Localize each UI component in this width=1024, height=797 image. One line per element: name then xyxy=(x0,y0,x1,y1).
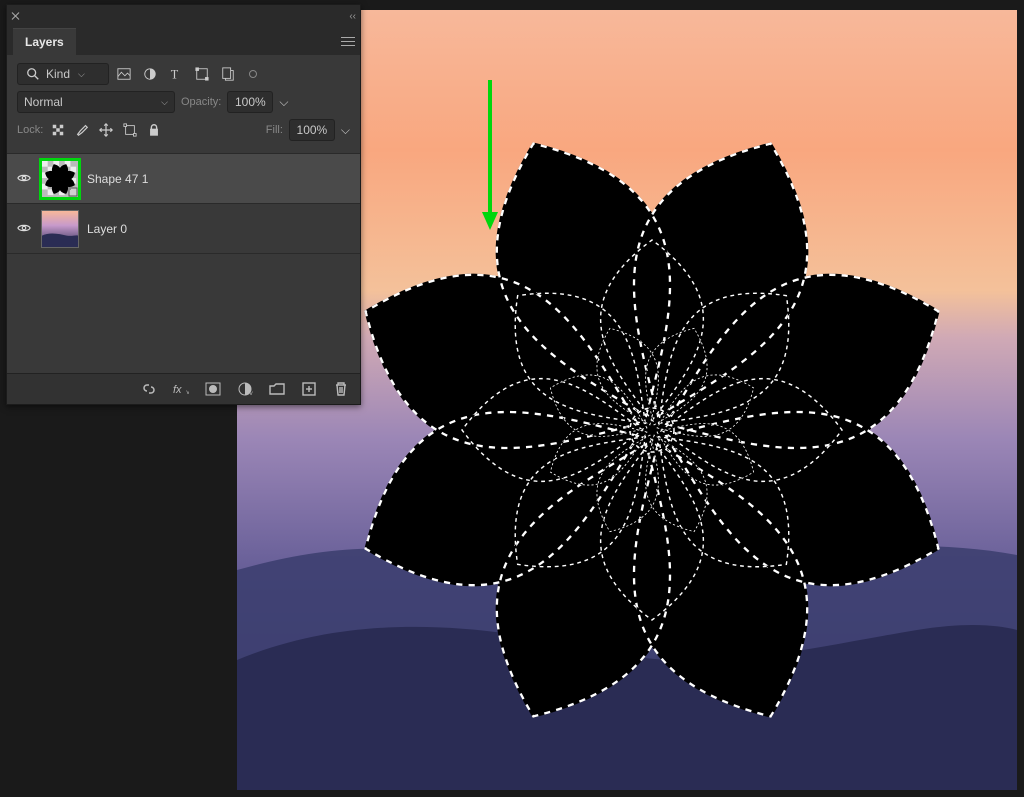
layer-filter-select[interactable]: Kind ⌵ xyxy=(17,63,109,85)
fx-icon[interactable]: fx ˅ xyxy=(172,380,190,398)
fill-label: Fill: xyxy=(266,124,283,136)
layers-empty-area[interactable] xyxy=(7,253,360,373)
lock-all-icon[interactable] xyxy=(145,121,163,139)
filter-label: Kind xyxy=(46,67,70,81)
close-icon[interactable] xyxy=(11,11,21,21)
adjustment-layer-icon[interactable]: ˅ xyxy=(236,380,254,398)
delete-layer-icon[interactable] xyxy=(332,380,350,398)
blend-mode-select[interactable]: Normal ⌵ xyxy=(17,91,175,113)
panel-footer: fx ˅ ˅ xyxy=(7,373,360,404)
image-filter-icon[interactable] xyxy=(115,65,133,83)
group-icon[interactable] xyxy=(268,380,286,398)
lock-move-icon[interactable] xyxy=(97,121,115,139)
chevron-down-icon[interactable]: ⌵ xyxy=(279,95,288,110)
opacity-value: 100% xyxy=(235,95,266,109)
type-filter-icon[interactable]: T xyxy=(167,65,185,83)
collapse-icon[interactable]: ‹‹ xyxy=(349,11,356,22)
lock-label: Lock: xyxy=(17,124,43,136)
layer-name[interactable]: Layer 0 xyxy=(87,222,127,236)
chevron-down-icon[interactable]: ⌵ xyxy=(341,123,350,138)
lock-brush-icon[interactable] xyxy=(73,121,91,139)
panel-tabs: Layers xyxy=(7,27,360,55)
svg-text:˅: ˅ xyxy=(249,391,253,397)
add-mask-icon[interactable] xyxy=(204,380,222,398)
lock-transparency-icon[interactable] xyxy=(49,121,67,139)
smartobject-filter-icon[interactable] xyxy=(219,65,237,83)
chevron-down-icon: ⌵ xyxy=(78,69,85,80)
fill-value: 100% xyxy=(297,123,328,137)
layer-thumbnail[interactable] xyxy=(41,210,79,248)
link-layers-icon[interactable] xyxy=(140,380,158,398)
opacity-input[interactable]: 100% xyxy=(227,91,273,113)
layer-thumbnail[interactable] xyxy=(41,160,79,198)
blend-mode-value: Normal xyxy=(24,95,63,109)
tab-layers[interactable]: Layers xyxy=(13,28,76,55)
visibility-toggle-icon[interactable] xyxy=(15,222,33,236)
panel-menu-icon[interactable] xyxy=(336,27,360,55)
filter-toggle-icon[interactable] xyxy=(249,70,257,78)
svg-text:T: T xyxy=(171,67,179,81)
tab-label: Layers xyxy=(25,35,64,49)
layer-row[interactable]: Shape 47 1 xyxy=(7,153,360,203)
svg-text:˅: ˅ xyxy=(186,390,189,397)
search-icon xyxy=(24,65,42,83)
layers-panel: ‹‹ Layers Kind ⌵ T xyxy=(6,4,361,405)
visibility-toggle-icon[interactable] xyxy=(15,172,33,186)
opacity-label: Opacity: xyxy=(181,96,221,108)
new-layer-icon[interactable] xyxy=(300,380,318,398)
svg-text:fx: fx xyxy=(173,384,182,396)
layers-list: Shape 47 1 Layer 0 xyxy=(7,153,360,373)
adjustment-filter-icon[interactable] xyxy=(141,65,159,83)
shape-filter-icon[interactable] xyxy=(193,65,211,83)
panel-header: ‹‹ xyxy=(7,5,360,27)
chevron-down-icon: ⌵ xyxy=(161,97,168,108)
fill-input[interactable]: 100% xyxy=(289,119,335,141)
lock-artboard-icon[interactable] xyxy=(121,121,139,139)
layer-row[interactable]: Layer 0 xyxy=(7,203,360,253)
layer-name[interactable]: Shape 47 1 xyxy=(87,172,148,186)
